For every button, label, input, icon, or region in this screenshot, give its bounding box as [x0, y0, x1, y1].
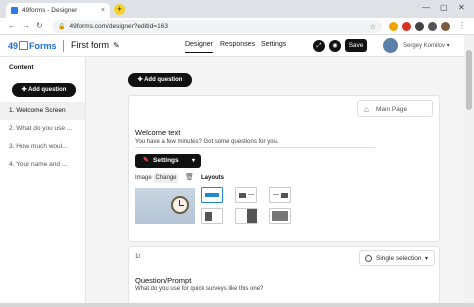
bookmark-star-icon[interactable]: ☆: [370, 23, 376, 31]
sidebar-item-question-3[interactable]: 3. How much woul...: [0, 138, 85, 156]
text-underline: [135, 147, 375, 148]
user-menu[interactable]: Sergey Komilov ▾: [403, 42, 450, 49]
question-subtitle[interactable]: What do you use for quick surveys like t…: [135, 286, 263, 292]
new-tab-button[interactable]: +: [114, 4, 125, 15]
add-question-button[interactable]: ✚ Add question: [12, 83, 76, 97]
favicon-icon: [11, 7, 18, 14]
chevron-down-icon: ▾: [424, 256, 428, 262]
media-icon[interactable]: [428, 22, 437, 31]
tab-responses[interactable]: Responses: [220, 41, 255, 48]
layout-option-4[interactable]: [201, 208, 223, 224]
radio-icon: [365, 255, 372, 262]
edit-form-name-icon[interactable]: ✎: [113, 41, 120, 50]
question-number: 1/: [135, 253, 141, 260]
main-page-button[interactable]: ⌂ Main Page: [357, 100, 433, 117]
puzzle-icon[interactable]: [415, 22, 424, 31]
chevron-down-icon: ▾: [191, 158, 195, 164]
sidebar-item-question-2[interactable]: 2. What do you use ...: [0, 120, 85, 138]
close-tab-icon[interactable]: ×: [101, 7, 105, 14]
question-type-label: Single selection: [376, 255, 422, 262]
form-name: First form: [71, 40, 109, 50]
edit-icon: ✎: [143, 157, 149, 164]
tab-settings[interactable]: Settings: [261, 41, 286, 48]
share-icon[interactable]: ⤢: [313, 40, 325, 52]
logo-number: 49: [8, 41, 19, 51]
settings-button[interactable]: ✎ Settings ▾: [135, 154, 201, 168]
question-type-select[interactable]: Single selection ▾: [359, 250, 435, 266]
sidebar-title: Content: [9, 64, 34, 71]
forward-icon[interactable]: →: [22, 21, 30, 30]
layout-option-1[interactable]: [201, 187, 223, 203]
designer-canvas: ✚ Add question ⌂ Main Page Welcome text …: [86, 57, 464, 307]
save-button[interactable]: Save: [345, 39, 367, 52]
question-title[interactable]: Question/Prompt: [135, 276, 191, 285]
close-window-icon[interactable]: ✕: [458, 3, 465, 12]
layouts-label: Layouts: [201, 175, 225, 181]
sidebar-item-question-4[interactable]: 4. Your name and ...: [0, 156, 85, 174]
welcome-screen-card: ⌂ Main Page Welcome text You have a few …: [128, 95, 440, 242]
layout-option-3[interactable]: [269, 187, 291, 203]
add-question-button[interactable]: ✚ Add question: [128, 73, 192, 87]
settings-label: Settings: [153, 157, 179, 164]
app-logo[interactable]: 49 Forms: [8, 41, 57, 51]
extension-icon[interactable]: [402, 22, 411, 31]
menu-icon[interactable]: ⋮: [458, 21, 466, 30]
welcome-image: [135, 188, 195, 224]
scrollbar-thumb[interactable]: [466, 50, 472, 110]
trash-icon[interactable]: 🗑: [185, 173, 194, 181]
main-page-label: Main Page: [376, 106, 408, 113]
avatar[interactable]: [383, 38, 398, 53]
header-divider: [63, 40, 64, 52]
content-sidebar: Content ✚ Add question 1. Welcome Screen…: [0, 57, 86, 307]
welcome-subtitle[interactable]: You have a few minutes? Got some questio…: [135, 139, 279, 145]
url-text[interactable]: 49forms.com/designer?editId=163: [69, 23, 369, 30]
logo-check-icon: [19, 41, 29, 50]
preview-eye-icon[interactable]: ◉: [329, 40, 341, 52]
lock-icon: 🔒: [58, 24, 66, 30]
browser-toolbar: ← → ↻ 🔒 49forms.com/designer?editId=163 …: [0, 18, 474, 35]
extension-icon[interactable]: [389, 22, 398, 31]
layout-option-6[interactable]: [269, 208, 291, 224]
layout-option-5[interactable]: [235, 208, 257, 224]
home-icon: ⌂: [364, 105, 369, 114]
welcome-title[interactable]: Welcome text: [135, 128, 180, 137]
layout-option-2[interactable]: [235, 187, 257, 203]
app-header: 49 Forms First form ✎ Designer Responses …: [0, 35, 464, 57]
change-image-button[interactable]: Change: [154, 173, 178, 183]
browser-tab-bar: 49forms - Designer × + — ▢ ✕: [0, 0, 474, 18]
browser-tab[interactable]: 49forms - Designer ×: [6, 3, 110, 18]
window-bottom-edge: [0, 303, 474, 307]
back-icon[interactable]: ←: [8, 21, 16, 30]
image-label: Image: [135, 175, 152, 181]
maximize-icon[interactable]: ▢: [440, 3, 448, 12]
sidebar-item-welcome[interactable]: 1. Welcome Screen: [0, 102, 85, 120]
tab-designer[interactable]: Designer: [185, 41, 214, 53]
question-card: 1/ Single selection ▾ Question/Prompt Wh…: [128, 246, 440, 307]
profile-icon[interactable]: [441, 22, 450, 31]
reload-icon[interactable]: ↻: [36, 21, 43, 30]
tab-title: 49forms - Designer: [22, 7, 78, 14]
address-bar[interactable]: 🔒 49forms.com/designer?editId=163 ☆: [52, 20, 382, 33]
logo-word: Forms: [29, 41, 57, 51]
minimize-icon[interactable]: —: [422, 3, 430, 12]
